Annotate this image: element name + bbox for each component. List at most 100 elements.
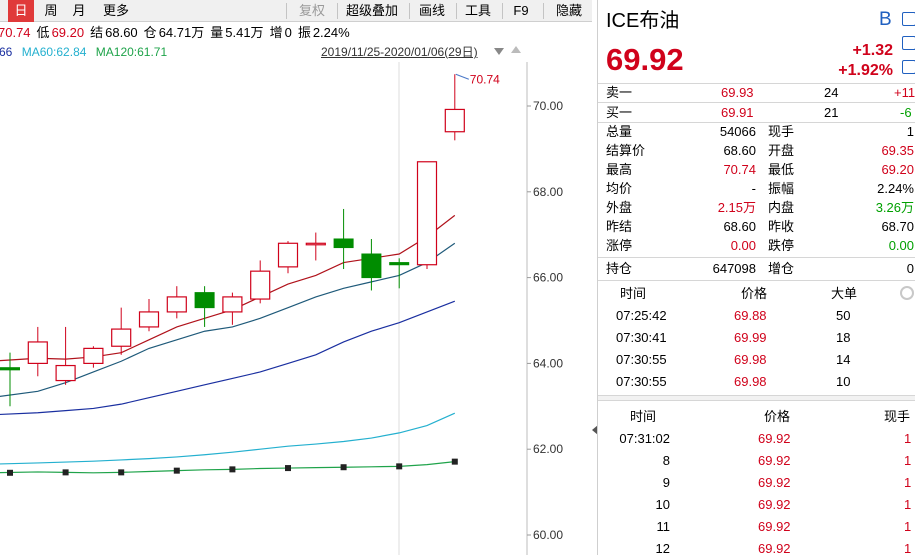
tick-time: 07:31:02 [619,431,670,446]
ask-qty: 24 [824,85,839,100]
oi-value: 64.71万 [158,25,205,40]
tick-row[interactable]: 8 69.92 1 [598,451,915,470]
chart-toolbar: 日 周 月 更多 复权 超级叠加 画线 工具 F9 隐藏 [0,0,592,22]
alert-icon[interactable] [902,36,915,50]
big-trades-header-qty: 大单 [831,286,858,301]
adjust-button[interactable]: 复权 [292,0,332,22]
tick-time: 12 [655,541,670,555]
period-month-button[interactable]: 月 [66,0,92,22]
ma-marker [7,469,13,476]
divider [598,257,915,258]
add-icon[interactable] [902,12,915,26]
y-tick-label: 70.00 [533,99,563,113]
hide-button[interactable]: 隐藏 [549,0,589,22]
stat-row: 最高 70.74 最低 69.20 [598,160,915,179]
stat-label: 跌停 [768,238,795,253]
oi-row: 持仓 647098 增仓 0 [598,259,915,278]
stat-row: 均价 - 振幅 2.24% [598,179,915,198]
tick-row[interactable]: 07:31:02 69.92 1 [598,429,915,448]
candle-body [138,311,160,328]
candle-body [305,242,326,246]
edit-icon[interactable] [902,60,915,74]
ask-row: 卖一 69.93 24 +11 [598,83,915,102]
tick-qty: 1 [904,497,912,512]
stat-value: 68.70 [881,219,914,234]
bid-qty: 21 [824,105,839,120]
stat-label: 外盘 [606,200,633,215]
stat-label: 现手 [768,124,795,139]
trade-time: 07:30:55 [616,374,667,389]
stat-value: 2.15万 [717,200,756,215]
tick-row[interactable]: 12 69.92 1 [598,539,915,555]
stat-label: 涨停 [606,238,633,253]
draw-line-button[interactable]: 画线 [414,0,450,22]
inc-value: 0 [284,25,292,40]
stat-value: 0.00 [888,238,914,253]
trade-price: 69.98 [734,374,767,389]
ma20-line [0,300,456,416]
tick-row[interactable]: 11 69.92 1 [598,517,915,536]
candle-body [27,341,48,365]
trade-qty: 10 [836,374,851,389]
tick-price: 69.92 [758,475,791,490]
big-trade-row[interactable]: 07:30:41 69.99 18 [598,328,915,347]
toolbar-separator [502,3,503,19]
trade-time: 07:25:42 [616,308,667,323]
bid-label: 买一 [606,105,633,120]
date-range-link[interactable]: 2019/11/25-2020/01/06(29日) [321,42,478,62]
candle-body [194,292,215,309]
tick-qty: 1 [904,541,912,555]
bid-row: 买一 69.91 21 -6 [598,103,915,122]
big-trade-row[interactable]: 07:30:55 69.98 10 [598,372,915,391]
overlay-button[interactable]: 超级叠加 [342,0,402,22]
tick-qty: 1 [904,431,912,446]
ma120-label: MA120:61.71 [95,45,168,59]
toolbar-separator [286,3,287,19]
tick-row[interactable]: 10 69.92 1 [598,495,915,514]
candle-body [55,364,76,382]
low-label: 低 [36,25,50,40]
low-value: 69.20 [51,25,85,40]
caret-down-icon[interactable] [494,48,504,55]
settle-value: 68.60 [105,25,138,40]
big-trade-row[interactable]: 07:25:42 69.88 50 [598,306,915,325]
stat-value: 69.20 [881,162,914,177]
tools-button[interactable]: 工具 [460,0,496,22]
candle-body [0,367,20,371]
y-tick-label: 66.00 [533,271,563,285]
stat-row: 昨结 68.60 昨收 68.70 [598,217,915,236]
tick-price: 69.92 [758,497,791,512]
big-trades-header-price: 价格 [741,286,768,301]
stat-row: 涨停 0.00 跌停 0.00 [598,236,915,255]
candlestick-chart[interactable]: 70.00 68.00 66.00 64.00 62.00 60.00 70.74 [0,62,592,555]
big-trade-row[interactable]: 07:30:55 69.98 14 [598,350,915,369]
stat-label: 均价 [606,181,633,196]
stat-value: 2.24% [877,181,914,196]
tick-row[interactable]: 9 69.92 1 [598,473,915,492]
trade-qty: 14 [836,352,851,367]
oi-change-value: 0 [906,261,914,276]
trade-qty: 18 [836,330,851,345]
ma-marker [62,469,69,476]
y-tick-label: 62.00 [533,442,563,456]
stat-value: 54066 [719,124,756,139]
price-change-pct: +1.92% [838,62,893,79]
tick-time: 9 [662,475,670,490]
last-price: 69.92 [606,42,684,77]
high-annotation-label: 70.74 [470,72,500,86]
period-day-button[interactable]: 日 [8,0,34,22]
toolbar-separator [456,3,457,19]
caret-up-icon[interactable] [511,46,521,53]
f9-button[interactable]: F9 [507,0,535,22]
more-periods-button[interactable]: 更多 [96,0,136,22]
big-trades-header: 时间 价格 大单 [598,284,915,303]
divider [598,280,915,281]
candle-body [222,296,243,313]
badge-b[interactable]: B [879,9,892,31]
amp-value: 2.24% [312,25,350,40]
vol-label: 量 [210,25,224,40]
ticks-header-price: 价格 [764,409,791,424]
trade-time: 07:30:55 [616,352,667,367]
tick-qty: 1 [904,519,912,534]
period-week-button[interactable]: 周 [38,0,64,22]
